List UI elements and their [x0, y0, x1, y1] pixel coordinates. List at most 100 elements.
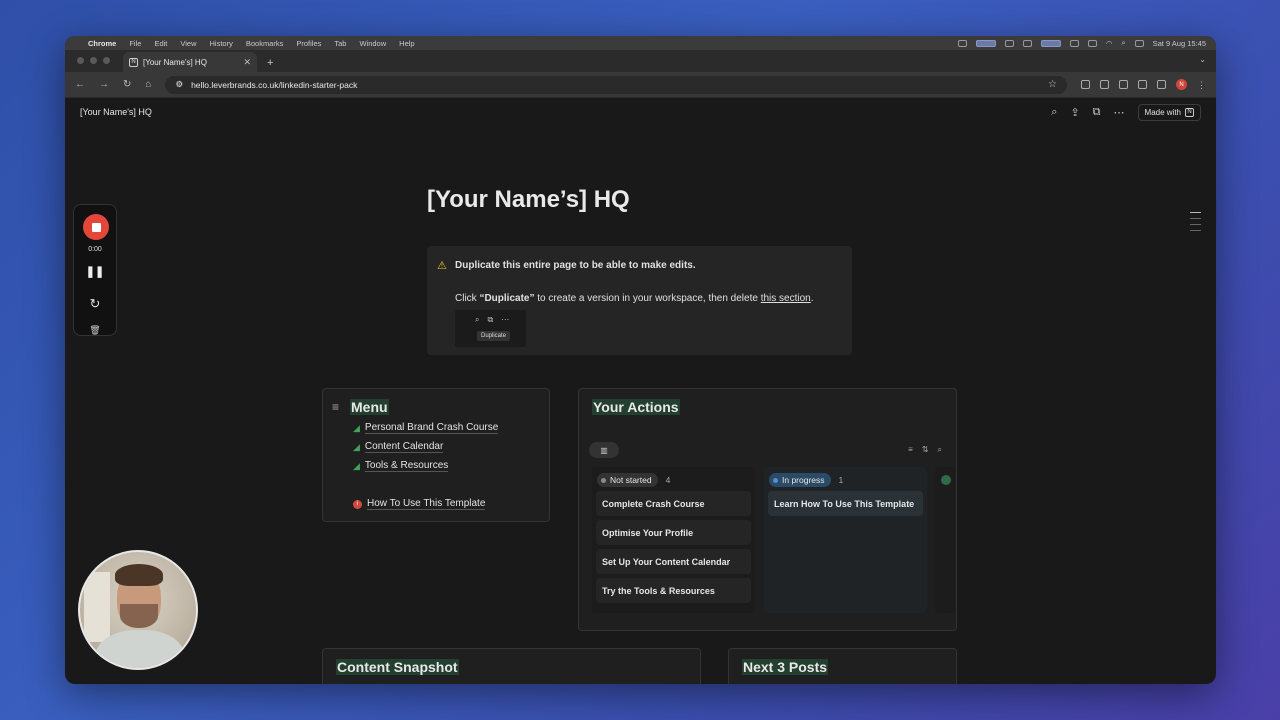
board-card[interactable]: Optimise Your Profile — [596, 520, 751, 545]
mac-menu-bar: Chrome File Edit View History Bookmarks … — [65, 36, 1216, 50]
profile-avatar[interactable]: N — [1176, 79, 1187, 90]
this-section-link[interactable]: this section — [761, 293, 811, 304]
board-card[interactable]: Try the Tools & Resources — [596, 578, 751, 603]
forward-icon[interactable]: → — [99, 79, 109, 90]
callout-heading: Duplicate this entire page to be able to… — [455, 260, 696, 271]
screen-record-icon[interactable] — [975, 39, 996, 47]
extension-icon[interactable] — [1100, 80, 1109, 89]
back-icon[interactable]: ← — [75, 79, 85, 90]
menu-item-label[interactable]: Content Calendar — [364, 441, 444, 453]
leaf-icon: ◢ — [353, 441, 360, 452]
clock[interactable]: Sat 9 Aug 15:45 — [1153, 39, 1206, 48]
url-field[interactable]: ⚙ hello.leverbrands.co.uk/linkedin-start… — [165, 75, 1067, 94]
screenshot-icons: ⌕ ⧉ ⋯ — [475, 315, 509, 325]
board-column-done-partial — [935, 467, 955, 613]
tab-search-chevron-icon[interactable]: ⌄ — [1199, 55, 1206, 64]
search-icon: ⌕ — [475, 315, 480, 324]
menu-hamburger-icon: ≡ — [332, 400, 340, 414]
status-icon[interactable] — [1069, 39, 1079, 47]
menu-profiles[interactable]: Profiles — [296, 39, 321, 48]
share-icon[interactable]: ⇪ — [1070, 106, 1079, 119]
search-icon[interactable]: ⌕ — [1051, 106, 1057, 119]
duplicate-tooltip: Duplicate — [477, 331, 511, 341]
board-view-icon[interactable]: ▥ — [589, 442, 619, 458]
callout-text: . — [810, 293, 814, 304]
page-title[interactable]: [Your Name’s] HQ — [427, 186, 630, 214]
status-badge[interactable]: In progress — [769, 473, 831, 487]
actions-board: Your Actions ▥ ≡ ⇅ ⌕ Not started 4 Compl… — [578, 388, 957, 631]
board-column-not-started: Not started 4 Complete Crash Course Opti… — [592, 467, 755, 613]
board-card[interactable]: Set Up Your Content Calendar — [596, 549, 751, 574]
bookmark-star-icon[interactable]: ☆ — [1048, 79, 1057, 90]
board-card[interactable]: Learn How To Use This Template — [768, 491, 923, 516]
extensions-bar: N ⋮ — [1081, 79, 1206, 90]
menu-help[interactable]: Help — [399, 39, 414, 48]
reload-icon[interactable]: ↻ — [123, 79, 131, 90]
search-icon[interactable]: ⌕ — [938, 445, 942, 455]
close-window-button[interactable] — [77, 57, 84, 64]
callout-text: Click — [455, 293, 480, 304]
menu-item-label[interactable]: How To Use This Template — [367, 498, 486, 510]
maximize-window-button[interactable] — [103, 57, 110, 64]
menu-item-label[interactable]: Personal Brand Crash Course — [364, 422, 499, 434]
menu-item-how-to-use[interactable]: i How To Use This Template — [353, 498, 486, 510]
extension-icon[interactable] — [1081, 80, 1090, 89]
status-icon[interactable] — [1004, 39, 1014, 47]
filter-icon[interactable]: ≡ — [908, 445, 913, 455]
menu-file[interactable]: File — [129, 39, 141, 48]
menu-item-label[interactable]: Tools & Resources — [364, 460, 449, 472]
minimize-window-button[interactable] — [90, 57, 97, 64]
menu-item-tools-resources[interactable]: ◢ Tools & Resources — [353, 460, 449, 472]
duplicate-callout: ⚠ Duplicate this entire page to be able … — [427, 246, 852, 355]
pause-icon[interactable]: ❚❚ — [74, 265, 116, 278]
wifi-icon[interactable]: ◠ — [1106, 39, 1113, 48]
stop-recording-button[interactable] — [83, 214, 109, 240]
search-icon[interactable]: ⌕ — [1121, 38, 1125, 48]
extensions-puzzle-icon[interactable] — [1157, 80, 1166, 89]
menu-window[interactable]: Window — [359, 39, 386, 48]
menu-history[interactable]: History — [210, 39, 233, 48]
extension-icon[interactable] — [1119, 80, 1128, 89]
close-tab-icon[interactable]: ✕ — [243, 57, 251, 68]
made-with-notion-button[interactable]: Made with N — [1137, 103, 1201, 121]
duplicate-icon[interactable]: ⧉ — [1093, 106, 1101, 119]
url-text[interactable]: hello.leverbrands.co.uk/linkedin-starter… — [191, 80, 357, 90]
address-bar-row: ← → ↻ ⌂ ⚙ hello.leverbrands.co.uk/linked… — [65, 72, 1216, 98]
status-badge[interactable]: Not started — [597, 473, 658, 487]
status-badge[interactable] — [941, 475, 951, 485]
browser-window: Chrome File Edit View History Bookmarks … — [65, 36, 1216, 684]
more-icon: ⋯ — [501, 315, 510, 324]
browser-menu-icon[interactable]: ⋮ — [1197, 80, 1206, 90]
menu-edit[interactable]: Edit — [154, 39, 167, 48]
more-icon[interactable]: ⋯ — [1114, 106, 1125, 119]
home-icon[interactable]: ⌂ — [145, 79, 151, 90]
extension-icon[interactable] — [1138, 80, 1147, 89]
board-card[interactable]: Complete Crash Course — [596, 491, 751, 516]
webcam-person — [95, 630, 185, 668]
notion-icon[interactable] — [1022, 39, 1032, 47]
status-icon[interactable] — [1087, 39, 1097, 47]
control-center-icon[interactable] — [1134, 39, 1144, 47]
menu-app-name[interactable]: Chrome — [88, 39, 116, 48]
table-of-contents-indicator[interactable] — [1190, 212, 1201, 231]
menu-item-crash-course[interactable]: ◢ Personal Brand Crash Course — [353, 422, 499, 434]
menu-view[interactable]: View — [180, 39, 196, 48]
webcam-background — [84, 572, 110, 642]
warning-icon: ⚠ — [437, 260, 447, 272]
window-controls — [77, 57, 110, 64]
sort-icon[interactable]: ⇅ — [922, 445, 929, 455]
menu-tab[interactable]: Tab — [334, 39, 346, 48]
status-icon[interactable] — [1040, 39, 1061, 47]
status-icon[interactable] — [957, 39, 967, 47]
new-tab-button[interactable]: + — [267, 57, 273, 69]
menu-item-content-calendar[interactable]: ◢ Content Calendar — [353, 441, 444, 453]
tab-active[interactable]: N [Your Name's] HQ ✕ — [123, 52, 257, 72]
breadcrumb[interactable]: [Your Name's] HQ — [80, 107, 152, 117]
column-count: 1 — [838, 475, 844, 485]
webcam-bubble[interactable] — [78, 550, 198, 670]
recording-time: 0:00 — [88, 246, 102, 253]
restart-icon[interactable]: ↻ — [74, 296, 116, 312]
menu-bookmarks[interactable]: Bookmarks — [246, 39, 284, 48]
trash-icon[interactable]: 🗑 — [74, 325, 116, 336]
site-info-icon[interactable]: ⚙ — [175, 79, 183, 90]
